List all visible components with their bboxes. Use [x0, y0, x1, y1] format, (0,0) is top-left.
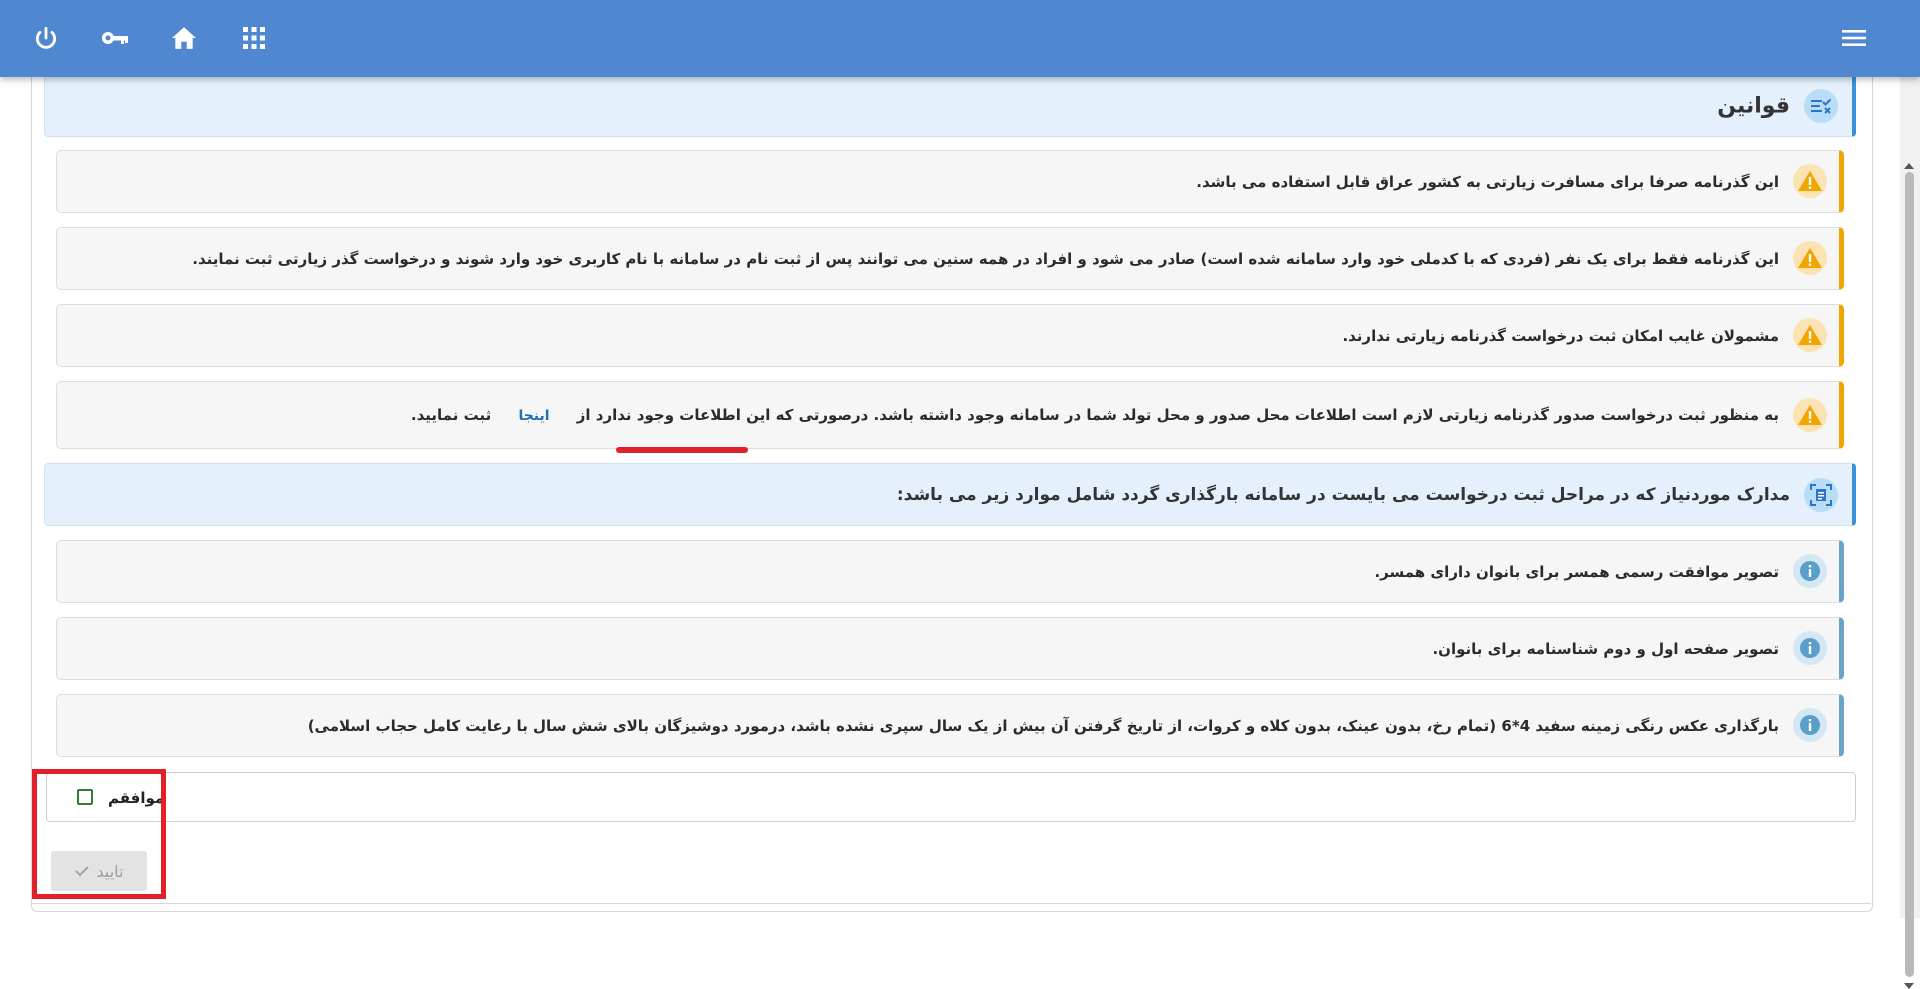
register-here-link[interactable]: اینجا [518, 408, 549, 424]
document-item: تصویر موافقت رسمی همسر برای بانوان دارای… [56, 540, 1844, 603]
rules-header: قوانین [44, 74, 1856, 137]
rule-text: این گذرنامه صرفا برای مسافرت زیارتی به ک… [1196, 172, 1779, 191]
agreement-box [46, 772, 1856, 822]
top-bar [0, 0, 1920, 77]
rule-text: مشمولان غایب امکان ثبت درخواست گذرنامه ز… [1342, 326, 1779, 345]
card-bottom-border [31, 903, 1871, 904]
rules-title: قوانین [1717, 93, 1790, 118]
agree-label[interactable]: موافقم [108, 789, 164, 807]
rule-text-before-link: به منظور ثبت درخواست صدور گذرنامه زیارتی… [576, 406, 1779, 424]
rule-text-after-link: ثبت نمایید. [410, 406, 492, 424]
rule-item: مشمولان غایب امکان ثبت درخواست گذرنامه ز… [56, 304, 1844, 367]
document-item: تصویر صفحه اول و دوم شناسنامه برای بانوا… [56, 617, 1844, 680]
hamburger-menu-icon [1842, 30, 1866, 46]
document-item: بارگذاری عکس رنگی زمینه سفید 4*6 (تمام ر… [56, 694, 1844, 757]
apps-grid-icon [243, 27, 265, 49]
rule-item: به منظور ثبت درخواست صدور گذرنامه زیارتی… [56, 381, 1844, 449]
menu-button[interactable] [1836, 20, 1872, 56]
warning-icon [1793, 241, 1827, 275]
document-text: تصویر صفحه اول و دوم شناسنامه برای بانوا… [1432, 639, 1779, 658]
power-icon [35, 26, 57, 49]
scrollbar-thumb[interactable] [1905, 172, 1914, 977]
rule-item: این گذرنامه فقط برای یک نفر (فردی که با … [56, 227, 1844, 290]
rule-item: این گذرنامه صرفا برای مسافرت زیارتی به ک… [56, 150, 1844, 213]
info-icon [1793, 554, 1827, 588]
rule-text: به منظور ثبت درخواست صدور گذرنامه زیارتی… [411, 406, 1779, 424]
apps-button[interactable] [236, 20, 272, 56]
key-button[interactable] [97, 20, 133, 56]
document-scan-icon [1804, 478, 1838, 512]
scroll-up-arrow-icon[interactable] [1904, 163, 1914, 169]
key-icon [102, 32, 128, 44]
warning-icon [1793, 398, 1827, 432]
home-button[interactable] [166, 20, 202, 56]
home-icon [172, 27, 196, 49]
power-button[interactable] [28, 20, 64, 56]
page-scrollbar[interactable] [1900, 77, 1920, 989]
rule-text: این گذرنامه فقط برای یک نفر (فردی که با … [192, 249, 1779, 268]
checklist-icon [1804, 89, 1838, 123]
warning-icon [1793, 318, 1827, 352]
check-icon [74, 862, 89, 881]
documents-title: مدارک موردنیاز که در مراحل ثبت درخواست م… [896, 484, 1790, 505]
link-highlight-mark [616, 447, 748, 453]
warning-icon [1793, 164, 1827, 198]
info-icon [1793, 708, 1827, 742]
info-icon [1793, 631, 1827, 665]
document-text: تصویر موافقت رسمی همسر برای بانوان دارای… [1374, 562, 1779, 581]
confirm-label: تایید [96, 861, 124, 881]
documents-header: مدارک موردنیاز که در مراحل ثبت درخواست م… [44, 463, 1856, 526]
confirm-button[interactable]: تایید [51, 851, 147, 891]
scroll-down-arrow-icon[interactable] [1904, 983, 1914, 989]
document-text: بارگذاری عکس رنگی زمینه سفید 4*6 (تمام ر… [307, 716, 1779, 735]
agree-checkbox[interactable] [77, 789, 93, 805]
